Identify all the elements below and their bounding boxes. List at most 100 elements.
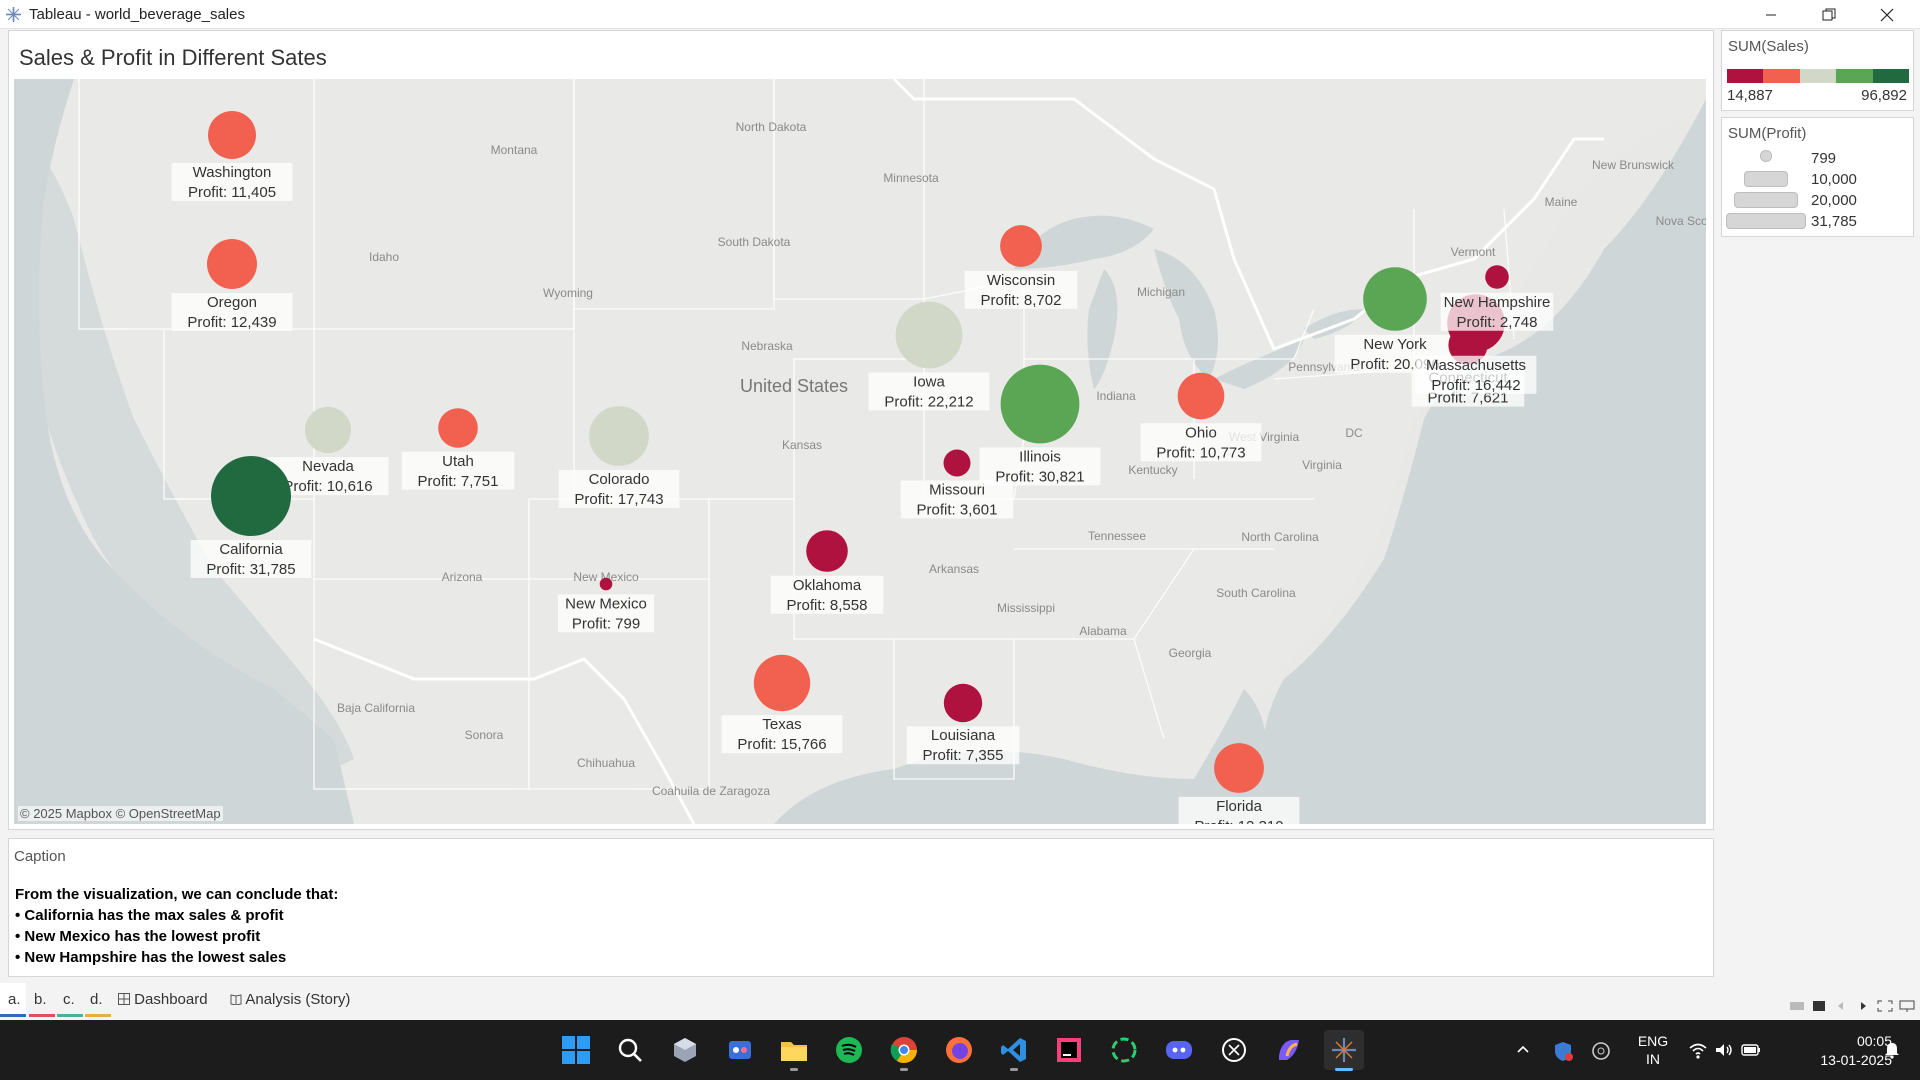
profit-legend-item[interactable]: 799 bbox=[1722, 148, 1915, 169]
state-bubble[interactable] bbox=[943, 449, 971, 477]
state-bubble[interactable] bbox=[1000, 225, 1042, 267]
profit-legend-item[interactable]: 10,000 bbox=[1722, 169, 1915, 190]
sales-color-swatch bbox=[1836, 69, 1873, 83]
tableau-taskbar-button[interactable] bbox=[1324, 1030, 1364, 1071]
sales-legend-title: SUM(Sales) bbox=[1728, 38, 1809, 55]
state-bubble[interactable] bbox=[1214, 743, 1264, 793]
openai-tray-icon[interactable] bbox=[1590, 1040, 1612, 1062]
map-region-label: Wyoming bbox=[543, 286, 593, 300]
copilot-taskbar-button[interactable] bbox=[1269, 1030, 1309, 1070]
state-bubble[interactable] bbox=[1177, 372, 1225, 420]
sheet-tab-bar: a. b. c. d. Dashboard Analysis (Story) bbox=[0, 983, 1920, 1017]
wifi-icon[interactable] bbox=[1688, 1041, 1708, 1059]
chatgpt-taskbar-button[interactable] bbox=[1214, 1030, 1254, 1070]
loading-ring-taskbar-button[interactable] bbox=[1104, 1030, 1144, 1070]
language-indicator[interactable]: ENG IN bbox=[1636, 1032, 1670, 1068]
profit-size-legend[interactable]: SUM(Profit) 799 10,000 20,000 31,785 bbox=[1721, 117, 1914, 237]
start-icon bbox=[561, 1035, 591, 1065]
state-bubble[interactable] bbox=[1485, 265, 1509, 289]
file-explorer-icon bbox=[779, 1036, 809, 1064]
state-bubble[interactable] bbox=[438, 408, 478, 448]
close-button[interactable] bbox=[1858, 0, 1916, 29]
chevron-up-icon[interactable] bbox=[1516, 1042, 1530, 1056]
next-sheet-icon[interactable] bbox=[1854, 999, 1872, 1013]
sales-color-legend[interactable]: SUM(Sales) 14,887 96,892 bbox=[1721, 30, 1914, 111]
tableau-icon bbox=[1330, 1036, 1358, 1064]
map-region-label: Arizona bbox=[442, 570, 483, 584]
state-bubble[interactable] bbox=[599, 577, 613, 591]
state-bubble[interactable] bbox=[211, 456, 291, 536]
caption-point: • New Hampshire has the lowest sales bbox=[15, 949, 287, 966]
profit-size-shape bbox=[1743, 171, 1789, 187]
state-bubble[interactable] bbox=[895, 301, 963, 369]
state-profit-label: Profit: 22,212 bbox=[884, 393, 973, 410]
state-name-label: Oklahoma bbox=[793, 577, 862, 594]
volume-icon[interactable] bbox=[1714, 1041, 1734, 1059]
snipping-tool-taskbar-button[interactable] bbox=[720, 1030, 760, 1070]
minimize-button[interactable] bbox=[1742, 0, 1800, 29]
cube-app-taskbar-button[interactable] bbox=[665, 1030, 705, 1070]
state-bubble[interactable] bbox=[207, 239, 257, 289]
caption-body: From the visualization, we can conclude … bbox=[15, 884, 338, 968]
window-title: Tableau - world_beverage_sales bbox=[29, 6, 245, 23]
state-profit-label: Profit: 2,748 bbox=[1457, 314, 1538, 331]
tab-c[interactable]: c. bbox=[57, 983, 83, 1017]
map-region-label: Vermont bbox=[1451, 245, 1496, 259]
sales-color-swatch bbox=[1727, 69, 1764, 83]
minimize-icon bbox=[1766, 14, 1776, 15]
windows-taskbar: ENG IN 00:05 13-01-2025 bbox=[0, 1020, 1920, 1080]
clock[interactable]: 00:05 13-01-2025 bbox=[1792, 1032, 1892, 1070]
tab-label: a. bbox=[8, 991, 21, 1008]
previous-sheet-icon[interactable] bbox=[1832, 999, 1850, 1013]
tab-color-stripe bbox=[57, 1014, 83, 1017]
start-taskbar-button[interactable] bbox=[556, 1030, 596, 1070]
discord-taskbar-button[interactable] bbox=[1159, 1030, 1199, 1070]
tab-a[interactable]: a. bbox=[0, 983, 26, 1017]
tab-d[interactable]: d. bbox=[85, 983, 111, 1017]
page-title: Sales & Profit in Different Sates bbox=[19, 45, 327, 70]
state-bubble[interactable] bbox=[1363, 267, 1427, 331]
chrome-taskbar-button[interactable] bbox=[884, 1030, 924, 1071]
restore-button[interactable] bbox=[1800, 0, 1858, 29]
state-bubble[interactable] bbox=[589, 406, 649, 466]
state-bubble[interactable] bbox=[806, 530, 848, 572]
map-region-label: Virginia bbox=[1302, 458, 1342, 472]
show-filmstrip-icon[interactable] bbox=[1788, 999, 1806, 1013]
map-region-label: South Carolina bbox=[1216, 586, 1296, 600]
state-profit-label: Profit: 12,439 bbox=[187, 314, 276, 331]
cube-app-icon bbox=[671, 1036, 699, 1064]
state-bubble[interactable] bbox=[208, 111, 256, 159]
chatgpt-icon bbox=[1220, 1036, 1248, 1064]
state-bubble[interactable] bbox=[753, 654, 811, 712]
fit-to-screen-icon[interactable] bbox=[1876, 999, 1894, 1013]
search-taskbar-button[interactable] bbox=[610, 1030, 650, 1070]
notification-bell-icon[interactable] bbox=[1882, 1040, 1902, 1060]
firefox-taskbar-button[interactable] bbox=[939, 1030, 979, 1070]
profit-legend-item[interactable]: 31,785 bbox=[1722, 211, 1915, 232]
map-region-label: Montana bbox=[491, 143, 538, 157]
region-code: IN bbox=[1646, 1051, 1660, 1067]
us-map[interactable]: Montana North Dakota Minnesota South Dakota… bbox=[14, 79, 1706, 824]
tab-dashboard[interactable]: Dashboard bbox=[118, 983, 218, 1017]
show-tabs-icon[interactable] bbox=[1810, 999, 1828, 1013]
map-region-label: United States bbox=[740, 376, 848, 396]
intellij-taskbar-button[interactable] bbox=[1049, 1030, 1089, 1070]
presentation-mode-icon[interactable] bbox=[1898, 999, 1916, 1013]
tab-b[interactable]: b. bbox=[29, 983, 55, 1017]
vscode-icon bbox=[1000, 1036, 1028, 1064]
file-explorer-taskbar-button[interactable] bbox=[774, 1030, 814, 1071]
vscode-taskbar-button[interactable] bbox=[994, 1030, 1034, 1071]
tab-analysis-story[interactable]: Analysis (Story) bbox=[230, 983, 370, 1017]
map-attribution: © 2025 Mapbox © OpenStreetMap bbox=[18, 806, 223, 821]
profit-legend-item[interactable]: 20,000 bbox=[1722, 190, 1915, 211]
state-bubble[interactable] bbox=[1000, 364, 1080, 444]
battery-icon[interactable] bbox=[1740, 1042, 1762, 1058]
defender-shield-icon[interactable] bbox=[1552, 1040, 1574, 1062]
state-profit-label: Profit: 3,601 bbox=[917, 501, 998, 518]
map-view[interactable]: Montana North Dakota Minnesota South Dakota… bbox=[14, 79, 1706, 824]
running-indicator bbox=[1010, 1068, 1018, 1071]
spotify-taskbar-button[interactable] bbox=[829, 1030, 869, 1070]
caption-point: • New Mexico has the lowest profit bbox=[15, 928, 261, 945]
state-bubble[interactable] bbox=[943, 683, 983, 723]
state-bubble[interactable] bbox=[304, 406, 352, 454]
